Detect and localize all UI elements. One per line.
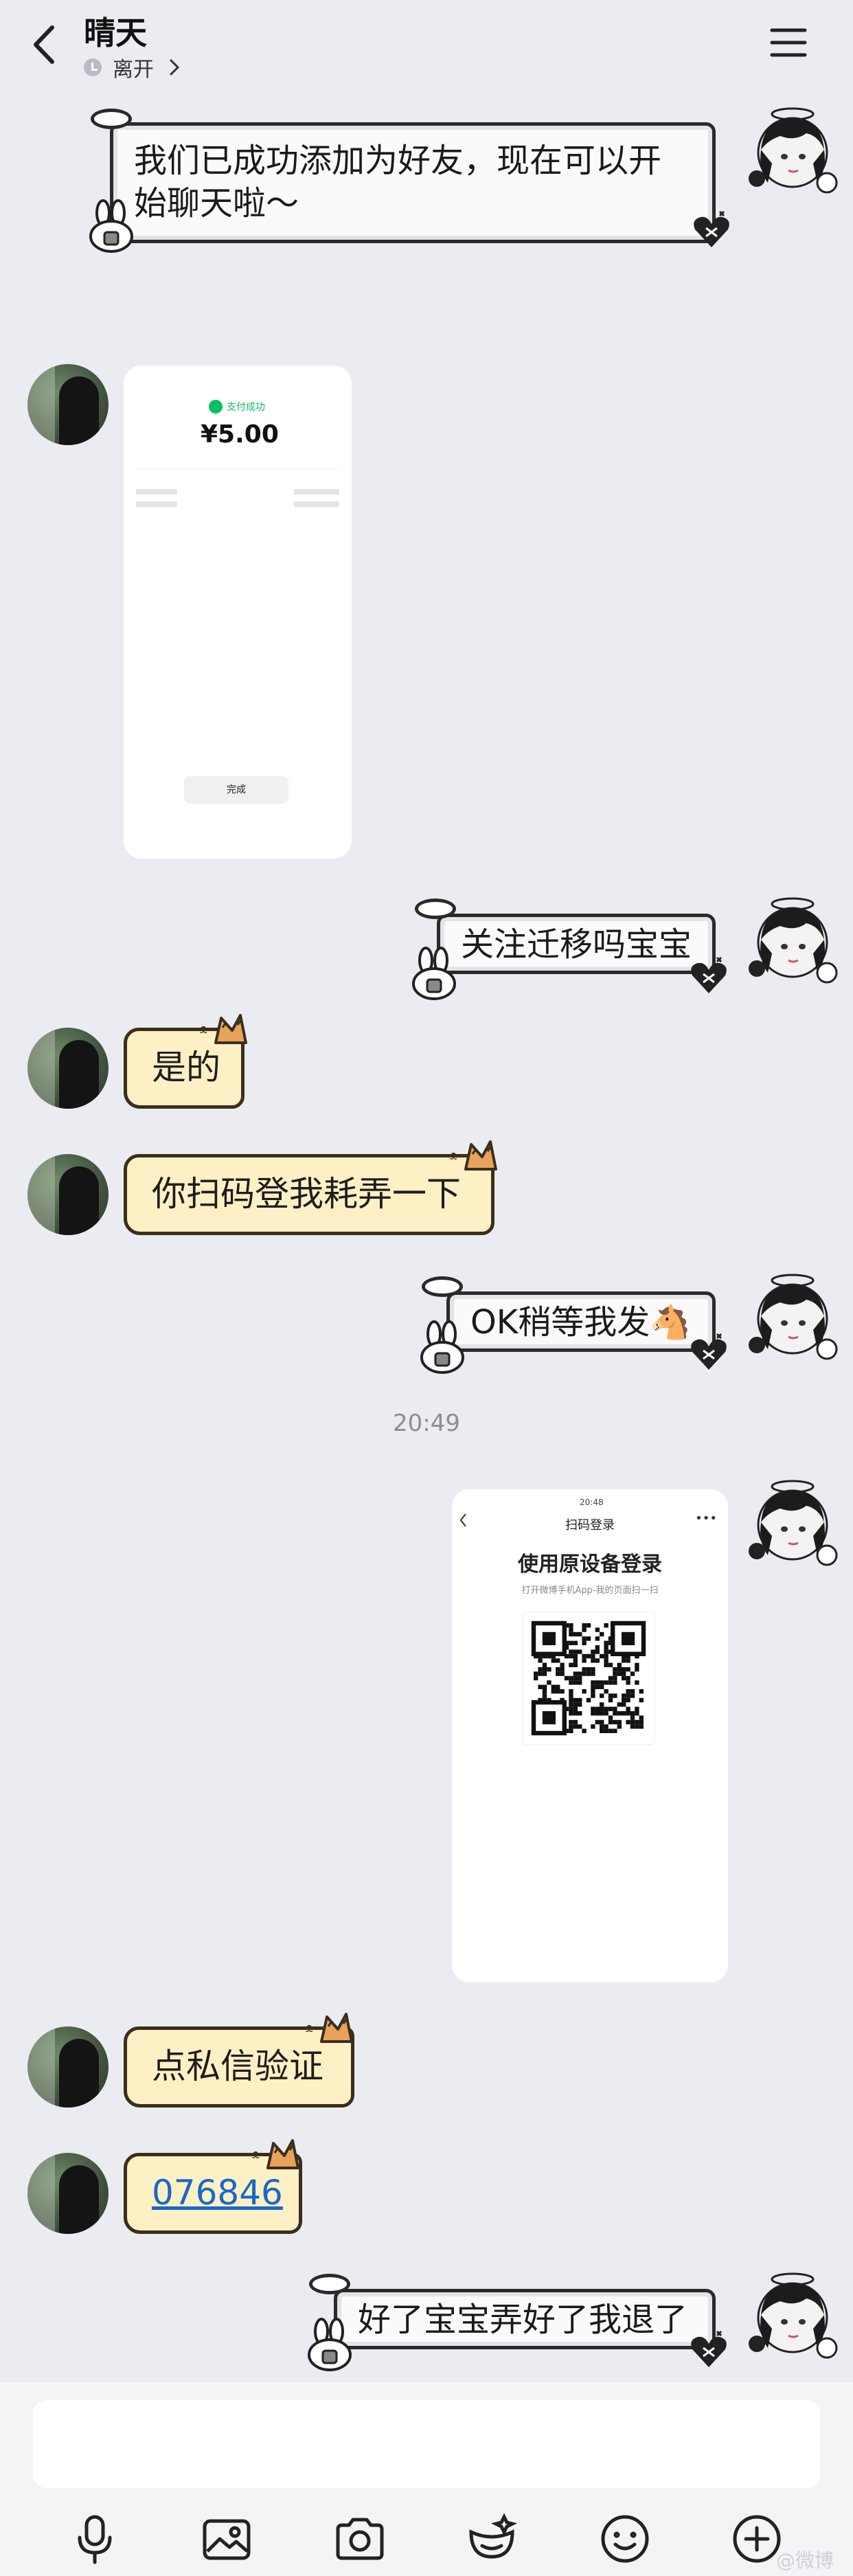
chevron-right-icon: [168, 57, 181, 78]
cat-ears-decoration: [277, 2009, 360, 2043]
message-input[interactable]: [33, 2400, 820, 2488]
chat-title[interactable]: 晴天: [84, 8, 147, 54]
done-button: 完成: [184, 776, 288, 804]
detail-line: [294, 501, 339, 507]
halo-decoration: [91, 109, 132, 129]
self-avatar[interactable]: [744, 102, 841, 198]
heart-decoration: [690, 209, 733, 253]
friend-added-bubble[interactable]: 我们已成功添加为好友，现在可以开始聊天啦～: [110, 122, 716, 243]
message-text: 你扫码登我耗弄一下: [152, 1174, 461, 1214]
cat-ears-decoration: [224, 2135, 306, 2169]
mini-statusbar: [124, 365, 352, 390]
emoji-icon[interactable]: [598, 2511, 652, 2566]
bunny-decoration: [408, 947, 460, 1002]
contact-avatar[interactable]: [27, 1154, 109, 1235]
contact-avatar[interactable]: [27, 2153, 109, 2234]
self-avatar[interactable]: [744, 1268, 841, 1364]
input-area: [0, 2382, 853, 2576]
qr-screenshot-image[interactable]: 20:48 扫码登录 ••• 使用原设备登录 打开微博手机App-我的页面扫一扫: [452, 1489, 728, 1982]
message-text: 好了宝宝弄好了我退了: [358, 2301, 688, 2339]
detail-line: [294, 489, 339, 495]
back-icon[interactable]: [27, 21, 62, 69]
halo-decoration: [309, 2274, 350, 2294]
self-avatar[interactable]: [744, 892, 841, 988]
message-bubble-self[interactable]: OK稍等我发🐴: [446, 1291, 716, 1352]
detail-line: [136, 501, 177, 507]
contact-avatar[interactable]: [27, 1028, 109, 1109]
message-text: 关注迁移吗宝宝: [461, 925, 692, 964]
mini-statusbar: 20:48: [452, 1489, 728, 1514]
qr-code: [522, 1612, 655, 1745]
bunny-decoration: [416, 1320, 468, 1375]
qr-subtitle: 打开微博手机App-我的页面扫一扫: [521, 1585, 659, 1596]
qr-heading: 使用原设备登录: [518, 1552, 662, 1577]
detail-line: [136, 489, 177, 495]
message-timestamp: 20:49: [393, 1410, 460, 1437]
status-text: 离开: [113, 58, 154, 82]
message-text: 点私信验证: [152, 2046, 323, 2086]
pay-amount: ¥5.00: [201, 420, 279, 449]
verification-code-link[interactable]: 076846: [152, 2173, 283, 2213]
bunny-decoration: [85, 199, 137, 254]
divider: [136, 468, 339, 469]
pay-success-text: 支付成功: [227, 402, 265, 413]
image-icon[interactable]: [199, 2511, 254, 2566]
message-text: OK稍等我发🐴: [470, 1303, 692, 1342]
qr-page-title: 扫码登录: [565, 1518, 615, 1533]
menu-icon[interactable]: [769, 26, 808, 59]
mini-time: 20:48: [580, 1498, 604, 1507]
watermark: @微博: [775, 2549, 834, 2572]
contact-avatar[interactable]: [27, 2026, 109, 2108]
payment-screenshot-image[interactable]: 支付成功 ¥5.00 完成: [124, 365, 352, 859]
microphone-icon[interactable]: [67, 2511, 122, 2566]
cat-ears-decoration: [422, 1136, 504, 1171]
message-text: 是的: [152, 1048, 220, 1087]
self-avatar[interactable]: [744, 1474, 841, 1570]
clock-icon: [84, 58, 102, 76]
halo-decoration: [422, 1276, 463, 1297]
check-icon: [209, 400, 223, 414]
halo-decoration: [415, 899, 456, 919]
online-status[interactable]: 离开: [84, 54, 181, 82]
heart-decoration: [687, 2329, 731, 2373]
friend-added-text: 我们已成功添加为好友，现在可以开始聊天啦～: [134, 142, 662, 223]
sticker-icon[interactable]: [464, 2511, 519, 2566]
self-avatar[interactable]: [744, 2267, 841, 2363]
chat-header: 晴天 离开: [0, 0, 853, 89]
camera-icon[interactable]: [332, 2511, 387, 2566]
heart-decoration: [687, 1331, 731, 1375]
cat-ears-decoration: [172, 1010, 254, 1044]
more-icon: •••: [695, 1511, 717, 1526]
bunny-decoration: [304, 2318, 356, 2373]
heart-decoration: [687, 955, 731, 999]
message-bubble-self[interactable]: 关注迁移吗宝宝: [437, 914, 716, 974]
message-bubble-self[interactable]: 好了宝宝弄好了我退了: [334, 2289, 716, 2349]
contact-avatar[interactable]: [27, 364, 109, 445]
